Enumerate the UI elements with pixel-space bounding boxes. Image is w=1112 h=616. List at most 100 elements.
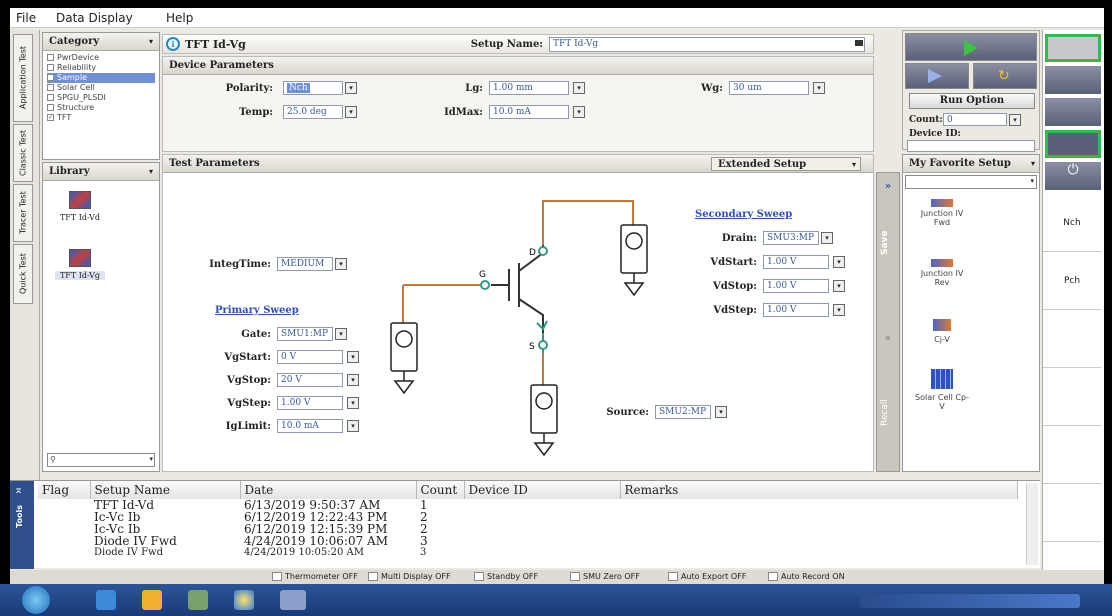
empty-tab[interactable] [1043, 370, 1101, 426]
append-run-button[interactable] [905, 63, 969, 89]
collapse-icon[interactable]: ⌅ [14, 483, 23, 496]
tab-nch[interactable]: Nch [1043, 196, 1101, 252]
smu-zero-status[interactable]: SMU Zero OFF [570, 572, 640, 581]
favorite-cj-v[interactable]: Cj-V [913, 319, 971, 344]
chevron-down-icon[interactable]: ▾ [335, 258, 347, 270]
chevron-down-icon[interactable]: ▾ [573, 106, 585, 118]
run-button[interactable] [905, 33, 1037, 61]
chevron-down-icon[interactable]: ▾ [149, 36, 153, 46]
tab-pch[interactable]: Pch [1043, 254, 1101, 310]
folder-icon[interactable] [142, 590, 162, 610]
recall-tab[interactable]: Recall [880, 373, 896, 453]
table-row[interactable]: Diode IV Fwd 4/24/2019 10:05:20 AM 3 [38, 547, 1018, 559]
category-item-pwrdevice[interactable]: PwrDevice [47, 53, 155, 63]
chevron-down-icon[interactable]: ▾ [813, 82, 825, 94]
favorite-setup-header[interactable]: My Favorite Setup ▾ [903, 155, 1039, 173]
drain-select[interactable]: SMU3:MP [763, 231, 819, 245]
chevron-down-icon[interactable]: ▾ [833, 280, 845, 292]
table-row[interactable]: Ic-Vc Ib 6/12/2019 12:15:39 PM 2 [38, 523, 1018, 535]
col-device-id[interactable]: Device ID [464, 481, 621, 499]
vertical-scrollbar[interactable] [1026, 483, 1038, 565]
idmax-input[interactable]: 10.0 mA [489, 105, 569, 119]
vdstart-input[interactable]: 1.00 V [763, 255, 829, 269]
library-header[interactable]: Library ▾ [43, 163, 159, 181]
chevron-down-icon[interactable]: ▾ [345, 106, 357, 118]
category-item-solar-cell[interactable]: Solar Cell [47, 83, 155, 93]
multi-display-status[interactable]: Multi Display OFF [368, 572, 451, 581]
vdstep-input[interactable]: 1.00 V [763, 303, 829, 317]
category-item-sample[interactable]: Sample [47, 73, 155, 83]
menu-help[interactable]: Help [166, 11, 193, 25]
chevron-down-icon[interactable]: ▾ [347, 420, 359, 432]
ie-icon[interactable] [96, 590, 116, 610]
app-icon[interactable] [188, 590, 208, 610]
chrome-icon[interactable] [234, 590, 254, 610]
secondary-sweep-link[interactable]: Secondary Sweep [695, 209, 792, 220]
chevron-down-icon[interactable]: ▾ [1009, 114, 1021, 126]
graph-icon[interactable] [1045, 98, 1101, 126]
easyexpert-icon[interactable] [280, 590, 306, 610]
vdstop-input[interactable]: 1.00 V [763, 279, 829, 293]
probes-icon[interactable] [1045, 66, 1101, 94]
col-remarks[interactable]: Remarks [620, 481, 1018, 499]
expand-icon[interactable]: » [877, 181, 899, 192]
chevron-down-icon[interactable]: ▾ [345, 82, 357, 94]
source-select[interactable]: SMU2:MP [655, 405, 711, 419]
save-tab[interactable]: Save [880, 203, 896, 283]
category-header[interactable]: Category ▾ [43, 33, 159, 51]
library-search-input[interactable]: ⚲ ▾ [47, 453, 155, 467]
chevron-down-icon[interactable]: ▾ [833, 256, 845, 268]
device-id-input[interactable] [907, 140, 1035, 152]
integ-time-select[interactable]: MEDIUM [277, 257, 333, 271]
repeat-button[interactable]: ↻ [973, 63, 1037, 89]
chevron-down-icon[interactable]: ▾ [347, 351, 359, 363]
category-item-reliability[interactable]: Reliability [47, 63, 155, 73]
tab-quick-test[interactable]: Quick Test [13, 244, 33, 304]
standby-status[interactable]: Standby OFF [474, 572, 538, 581]
library-item-tft-id-vg[interactable]: TFT Id-Vg [55, 249, 105, 280]
power-icon[interactable]: ⏻ [1045, 162, 1101, 190]
auto-record-status[interactable]: Auto Record ON [768, 572, 845, 581]
data-icon[interactable] [1045, 130, 1101, 158]
tab-tracer-test[interactable]: Tracer Test [13, 184, 33, 242]
empty-tab[interactable] [1043, 486, 1101, 542]
wg-input[interactable]: 30 um [729, 81, 809, 95]
gate-select[interactable]: SMU1:MP [277, 327, 333, 341]
auto-export-status[interactable]: Auto Export OFF [668, 572, 746, 581]
iglimit-input[interactable]: 10.0 mA [277, 419, 343, 433]
category-item-spgu-plsdi[interactable]: SPGU_PLSDI [47, 93, 155, 103]
vgstop-input[interactable]: 20 V [277, 373, 343, 387]
menu-file[interactable]: File [16, 11, 36, 25]
table-row[interactable]: TFT Id-Vd 6/13/2019 9:50:37 AM 1 [38, 499, 1018, 511]
thermometer-status[interactable]: Thermometer OFF [272, 572, 358, 581]
empty-tab[interactable] [1043, 312, 1101, 368]
primary-sweep-link[interactable]: Primary Sweep [215, 305, 299, 316]
extended-setup-select[interactable]: Extended Setup ▾ [711, 157, 861, 171]
col-date[interactable]: Date [240, 481, 417, 499]
col-count[interactable]: Count [416, 481, 465, 499]
info-icon[interactable]: i [166, 37, 180, 51]
chevron-down-icon[interactable]: ▾ [347, 397, 359, 409]
chevron-down-icon[interactable]: ▾ [833, 304, 845, 316]
empty-tab[interactable] [1043, 428, 1101, 484]
chevron-down-icon[interactable]: ▾ [335, 328, 347, 340]
chevron-down-icon[interactable]: ▾ [715, 406, 727, 418]
tools-tab[interactable]: Tools [15, 505, 24, 528]
temp-input[interactable]: 25.0 deg [283, 105, 343, 119]
polarity-select[interactable]: Nch [283, 81, 343, 95]
chevron-down-icon[interactable]: ▾ [573, 82, 585, 94]
setup-name-input[interactable]: TFT Id-Vg [549, 37, 865, 52]
collapse-icon[interactable]: « [877, 333, 899, 344]
category-item-structure[interactable]: Structure [47, 103, 155, 113]
chevron-down-icon[interactable]: ▾ [149, 166, 153, 176]
layout-icon[interactable] [1045, 34, 1101, 62]
table-row[interactable]: Diode IV Fwd 4/24/2019 10:06:07 AM 3 [38, 535, 1018, 547]
dropdown-icon[interactable] [855, 40, 863, 46]
favorite-junction-iv-fwd[interactable]: Junction IV Fwd [913, 199, 971, 227]
chevron-down-icon[interactable]: ▾ [347, 374, 359, 386]
library-item-tft-id-vd[interactable]: TFT Id-Vd [55, 191, 105, 222]
col-flag[interactable]: Flag [38, 481, 91, 499]
table-row[interactable]: Ic-Vc Ib 6/12/2019 12:22:43 PM 2 [38, 511, 1018, 523]
tab-classic-test[interactable]: Classic Test [13, 124, 33, 182]
start-button-icon[interactable] [22, 586, 50, 614]
